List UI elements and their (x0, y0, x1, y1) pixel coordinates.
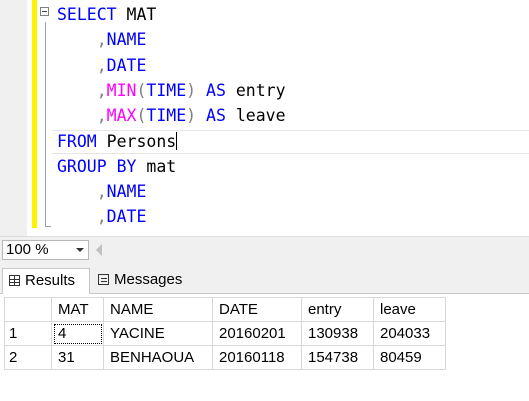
outline-line (45, 22, 46, 226)
code-token: ( (136, 80, 147, 100)
grid-cell[interactable]: 31 (51, 345, 104, 370)
row-number[interactable]: 2 (4, 345, 52, 370)
outline-line-end (45, 226, 51, 227)
code-token: DATE (106, 207, 147, 227)
zoom-bar: 100 % (0, 236, 529, 263)
code-token: entry (225, 80, 286, 100)
code-token: NAME (106, 30, 147, 50)
code-line[interactable]: ,DATE (57, 204, 147, 229)
grid-cell[interactable]: 20160118 (212, 345, 302, 370)
editor-gutter (0, 0, 27, 236)
code-token: , (57, 30, 107, 50)
grid-cell[interactable]: 4 (51, 321, 104, 346)
tab-messages[interactable]: Messages (92, 268, 194, 294)
messages-icon (98, 274, 109, 285)
row-number-header[interactable] (4, 297, 52, 322)
code-token: MIN (106, 80, 137, 100)
tab-messages-label: Messages (114, 271, 183, 288)
collapse-icon[interactable] (40, 7, 49, 16)
code-token: TIME (146, 80, 187, 100)
code-line[interactable]: GROUP BY mat (57, 154, 176, 179)
code-token: DATE (106, 55, 147, 75)
code-token: mat (136, 156, 177, 176)
code-token: TIME (146, 106, 187, 126)
code-line[interactable]: FROM Persons (57, 129, 178, 154)
grid-cell[interactable]: 80459 (373, 345, 446, 370)
code-token: ) (186, 106, 197, 126)
code-token: leave (225, 106, 286, 126)
grid-cell[interactable]: YACINE (103, 321, 213, 346)
zoom-value: 100 % (6, 241, 49, 258)
code-token: MAX (106, 106, 137, 126)
column-header[interactable]: entry (301, 297, 374, 322)
code-token: ) (186, 80, 197, 100)
grid-cell[interactable]: BENHAOUA (103, 345, 213, 370)
code-line[interactable]: SELECT MAT (57, 2, 156, 27)
tab-results-label: Results (25, 272, 76, 289)
grid-icon (9, 275, 20, 286)
code-token: AS (196, 80, 226, 100)
query-editor[interactable]: SELECT MAT ,NAME ,DATE ,MIN(TIME) AS ent… (0, 0, 529, 236)
code-token: MAT (116, 5, 157, 24)
code-token: , (57, 55, 107, 75)
code-line[interactable]: ,NAME (57, 179, 147, 204)
grid-cell[interactable]: 204033 (373, 321, 446, 346)
column-header[interactable]: leave (373, 297, 446, 322)
code-token: , (57, 106, 107, 126)
zoom-dropdown[interactable]: 100 % (2, 240, 89, 260)
code-line[interactable]: ,NAME (57, 27, 147, 52)
grid-cell[interactable]: 130938 (301, 321, 374, 346)
column-header[interactable]: MAT (51, 297, 104, 322)
column-header[interactable]: DATE (212, 297, 302, 322)
grid-header-row: MAT NAME DATE entry leave (4, 297, 446, 322)
tab-results[interactable]: Results (2, 268, 90, 295)
code-token: NAME (106, 182, 147, 202)
grid-cell[interactable]: 20160201 (212, 321, 302, 346)
code-token: Persons (96, 131, 177, 151)
code-token: FROM (57, 131, 97, 151)
code-line[interactable]: ,MIN(TIME) AS entry (57, 78, 286, 103)
grid-cell[interactable]: 154738 (301, 345, 374, 370)
code-line[interactable]: ,DATE (57, 53, 147, 78)
code-token: , (57, 80, 107, 100)
code-token: , (57, 182, 107, 202)
results-grid[interactable]: MAT NAME DATE entry leave 1 4 YACINE 201… (4, 297, 446, 370)
text-caret (176, 131, 178, 150)
table-row[interactable]: 1 4 YACINE 20160201 130938 204033 (4, 321, 446, 346)
code-line[interactable]: ,MAX(TIME) AS leave (57, 103, 286, 128)
scroll-left-icon[interactable] (96, 244, 102, 256)
column-header[interactable]: NAME (103, 297, 213, 322)
code-token: GROUP BY (57, 156, 137, 176)
row-number[interactable]: 1 (4, 321, 52, 346)
change-tracking-bar (32, 0, 37, 228)
code-token: , (57, 207, 107, 227)
dropdown-arrow-icon[interactable] (76, 248, 84, 252)
table-row[interactable]: 2 31 BENHAOUA 20160118 154738 80459 (4, 345, 446, 370)
code-token: ( (136, 106, 147, 126)
code-token: SELECT (57, 5, 117, 24)
result-tabs: Results Messages (0, 263, 529, 295)
code-token: AS (196, 106, 226, 126)
